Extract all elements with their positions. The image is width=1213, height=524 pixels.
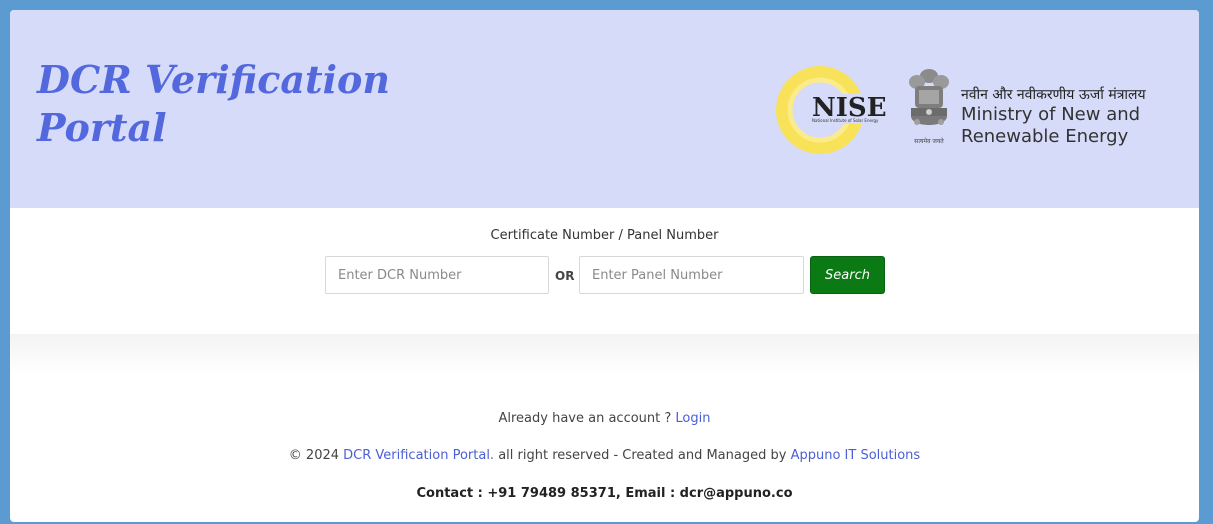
emblem-caption: सत्यमेव जयते bbox=[914, 137, 944, 145]
portal-title: DCR Verification Portal bbox=[37, 56, 437, 152]
account-text: Already have an account ? bbox=[498, 411, 672, 426]
company-link[interactable]: Appuno IT Solutions bbox=[791, 448, 921, 463]
dcr-number-input[interactable] bbox=[325, 256, 549, 294]
or-separator: OR bbox=[555, 269, 575, 283]
copyright-line: © 2024 DCR Verification Portal. all righ… bbox=[10, 448, 1199, 463]
ministry-name-english-line1: Ministry of New and bbox=[961, 104, 1141, 125]
panel-number-input[interactable] bbox=[579, 256, 804, 294]
main-card: DCR Verification Portal NISE National In… bbox=[10, 10, 1199, 522]
portal-title-line1: DCR Verification bbox=[37, 57, 390, 102]
section-shadow bbox=[10, 334, 1199, 374]
ministry-name: नवीन और नवीकरणीय ऊर्जा मंत्रालय Ministry… bbox=[961, 86, 1181, 148]
search-label: Certificate Number / Panel Number bbox=[490, 228, 719, 243]
contact-info: Contact : +91 79489 85371, Email : dcr@a… bbox=[416, 486, 793, 501]
national-emblem-icon: सत्यमेव जयते bbox=[909, 69, 949, 145]
nise-logo: NISE National Institute of Solar Energy bbox=[776, 66, 894, 154]
account-prompt: Already have an account ? Login bbox=[10, 411, 1199, 426]
portal-link[interactable]: DCR Verification Portal. bbox=[343, 448, 494, 463]
login-link[interactable]: Login bbox=[675, 411, 710, 426]
rights-text: all right reserved - Created and Managed… bbox=[498, 448, 787, 463]
search-button[interactable]: Search bbox=[810, 256, 885, 294]
portal-title-line2: Portal bbox=[37, 105, 167, 150]
search-section: Certificate Number / Panel Number OR Sea… bbox=[10, 208, 1199, 334]
ministry-name-hindi: नवीन और नवीकरणीय ऊर्जा मंत्रालय bbox=[961, 87, 1146, 103]
nise-logo-subtext: National Institute of Solar Energy bbox=[812, 118, 879, 123]
ministry-name-english-line2: Renewable Energy bbox=[961, 126, 1129, 147]
copyright-prefix: © 2024 bbox=[288, 448, 340, 463]
header-banner: DCR Verification Portal NISE National In… bbox=[10, 10, 1199, 208]
